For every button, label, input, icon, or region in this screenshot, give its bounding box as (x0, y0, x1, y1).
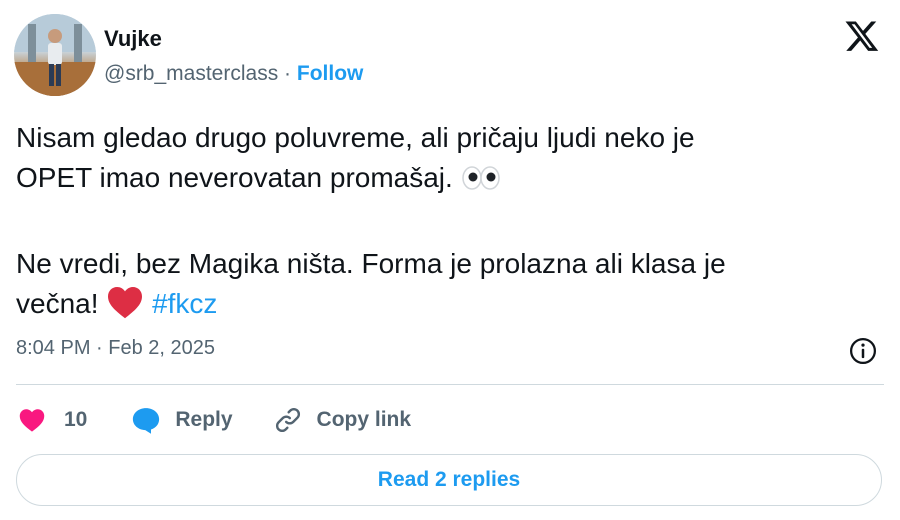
separator-dot: · (284, 62, 292, 85)
like-count: 10 (64, 408, 88, 431)
action-bar: 10 Reply Copy link (18, 402, 411, 438)
copy-link-button[interactable]: Copy link (273, 405, 412, 435)
like-button[interactable]: 10 (18, 407, 87, 433)
x-logo-icon[interactable] (844, 18, 880, 54)
tweet-line: večna! (16, 288, 99, 319)
tweet-line: Ne vredi, bez Magika ništa. Forma je pro… (16, 248, 726, 279)
read-replies-button[interactable]: Read 2 replies (16, 454, 882, 506)
heart-icon (19, 409, 45, 432)
tweet-text: Nisam gledao drugo poluvreme, ali pričaj… (16, 118, 876, 330)
author-name[interactable]: Vujke (104, 26, 162, 52)
follow-button[interactable]: Follow (297, 62, 364, 85)
red-heart-emoji-icon (106, 285, 144, 330)
author-handle[interactable]: @srb_masterclass (104, 62, 278, 85)
tweet-line: OPET imao neverovatan promašaj. (16, 162, 453, 193)
timestamp[interactable]: 8:04 PM · Feb 2, 2025 (16, 337, 215, 360)
handle-row: @srb_masterclass · Follow (104, 62, 363, 86)
tweet-line-with-emoji: večna! #fkcz (16, 284, 876, 330)
divider (16, 384, 884, 385)
avatar[interactable] (14, 14, 96, 96)
eyes-emoji-icon (461, 163, 501, 204)
tweet-line-with-emoji: OPET imao neverovatan promašaj. (16, 158, 876, 204)
reply-button[interactable]: Reply (131, 406, 233, 434)
link-icon (275, 407, 300, 433)
copy-link-label: Copy link (316, 408, 412, 431)
hashtag-link[interactable]: #fkcz (152, 288, 217, 319)
tweet-line: Nisam gledao drugo poluvreme, ali pričaj… (16, 122, 695, 153)
info-icon[interactable] (848, 336, 878, 366)
speech-bubble-icon (133, 408, 160, 434)
reply-label: Reply (175, 408, 233, 431)
